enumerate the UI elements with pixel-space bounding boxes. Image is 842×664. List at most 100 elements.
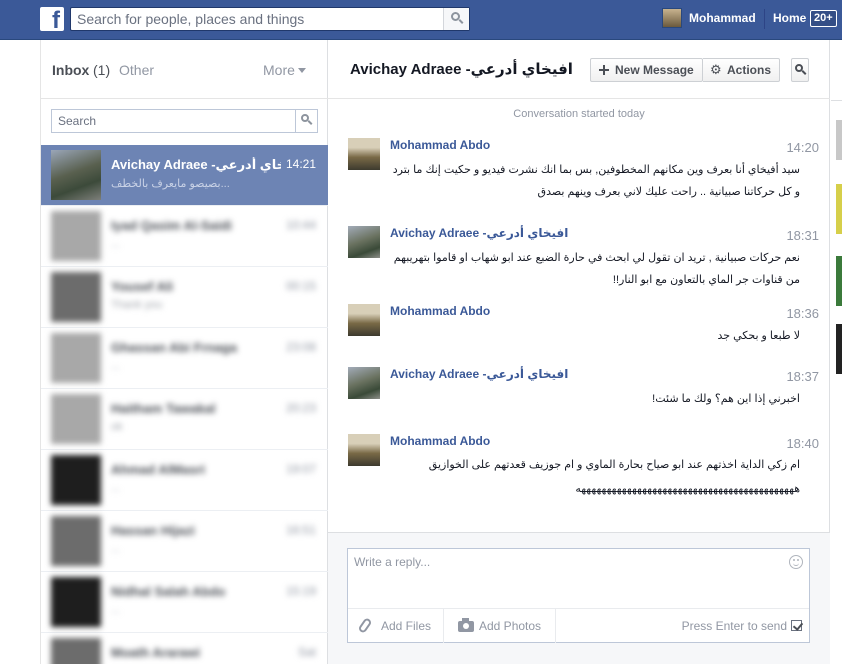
thread-name: Nidhal Salah Abdo — [111, 584, 226, 599]
inbox-sidebar: Inbox (1) Other More Avichay Adraee -افي… — [40, 40, 328, 664]
search-icon — [451, 12, 460, 21]
add-files-button[interactable]: Add Files — [348, 609, 444, 643]
thread-item[interactable]: Ahmad AlMasri ... 19:07 — [41, 450, 328, 511]
profile-name-link[interactable]: Mohammad — [689, 11, 756, 25]
message-text: نعم حركات صبيانية , تريد ان تقول لي ابحث… — [393, 252, 800, 286]
message-sender[interactable]: Mohammad Abdo — [390, 304, 490, 318]
thread-name: Hassan Hijazi — [111, 523, 195, 538]
thread-item[interactable]: Yousef Ali Thank you 00:15 — [41, 267, 328, 328]
topbar-divider — [764, 9, 765, 29]
thread-name: Ahmad AlMasri — [111, 462, 206, 477]
reply-toolbar: Add Files Add Photos Press Enter to send — [348, 608, 809, 643]
message-text: ام زكي الداية اخذتهم عند ابو صياح بحارة … — [428, 459, 800, 495]
more-dropdown[interactable]: More — [263, 62, 295, 78]
paperclip-icon — [357, 617, 373, 634]
message: Avichay Adraee -افيخاي أدرعي اخبرني إذا … — [328, 367, 830, 417]
message-sender[interactable]: Avichay Adraee -افيخاي أدرعي — [390, 226, 568, 240]
thread-name: Iyad Qasim Al-Saidi — [111, 218, 232, 233]
thread-item[interactable]: Nidhal Salah Abdo ... 15:19 — [41, 572, 328, 633]
thread-time: 10:44 — [285, 218, 316, 232]
thread-search — [51, 109, 318, 133]
tab-inbox[interactable]: Inbox — [52, 62, 89, 78]
home-link[interactable]: Home — [773, 11, 806, 25]
right-thumbnail[interactable] — [836, 324, 842, 374]
message-time: 18:37 — [786, 369, 819, 384]
thread-list: Avichay Adraee -افيخاي أدرعي بصيصو مايعر… — [41, 145, 328, 664]
avatar — [51, 455, 101, 505]
press-enter-checkbox[interactable] — [791, 620, 802, 631]
right-thumbnail[interactable] — [836, 184, 842, 234]
message-time: 14:20 — [786, 140, 819, 155]
message-text: اخبرني إذا اين هم؟ ولك ما شئت! — [652, 393, 800, 405]
avatar — [51, 272, 101, 322]
message-time: 18:40 — [786, 436, 819, 451]
thread-snippet: ... — [111, 360, 121, 372]
avatar[interactable] — [348, 226, 380, 258]
emoji-icon[interactable] — [789, 555, 803, 569]
tab-other[interactable]: Other — [119, 62, 154, 78]
thread-name: Avichay Adraee -افيخاي أدرعي — [111, 157, 281, 172]
inbox-unread-count: (1) — [93, 62, 111, 78]
add-photos-label: Add Photos — [479, 619, 542, 633]
actions-button[interactable]: ⚙ Actions — [703, 58, 780, 82]
home-notification-count[interactable]: 20+ — [810, 10, 837, 27]
avatar[interactable] — [348, 434, 380, 466]
avatar — [51, 394, 101, 444]
avatar — [51, 638, 101, 664]
message: Mohammad Abdo سيد أفيخاي أنا بعرف وين مك… — [328, 138, 830, 208]
thread-snippet: Thank you — [111, 299, 163, 311]
top-bar: f Mohammad Home 20+ — [0, 0, 842, 40]
thread-item[interactable]: Iyad Qasim Al-Saidi ... 10:44 — [41, 206, 328, 267]
right-thumbnail[interactable] — [836, 256, 842, 306]
message: Avichay Adraee -افيخاي أدرعي نعم حركات ص… — [328, 226, 830, 296]
conversation-pane: Avichay Adraee -افيخاي أدرعي New Message… — [328, 40, 830, 664]
thread-snippet: ... — [111, 482, 121, 494]
message-sender[interactable]: Mohammad Abdo — [390, 434, 490, 448]
thread-name: Haitham Tawakal — [111, 401, 216, 416]
avatar — [51, 211, 101, 261]
conversation-search-button[interactable] — [791, 58, 809, 82]
avatar[interactable] — [348, 304, 380, 336]
thread-snippet: ... — [111, 238, 121, 250]
actions-label: Actions — [727, 63, 772, 77]
avatar[interactable] — [348, 138, 380, 170]
thread-snippet: ... — [111, 604, 121, 616]
gear-icon: ⚙ — [710, 62, 722, 77]
profile-avatar[interactable] — [662, 8, 682, 28]
right-thumbnail[interactable] — [836, 120, 842, 160]
reply-input[interactable] — [348, 549, 788, 607]
thread-item-active[interactable]: Avichay Adraee -افيخاي أدرعي بصيصو مايعر… — [41, 145, 328, 206]
thread-item[interactable]: Haitham Tawakal ok 20:23 — [41, 389, 328, 450]
chevron-down-icon[interactable] — [298, 68, 306, 73]
message: Mohammad Abdo لا طبعا و بحكي جد 18:36 — [328, 304, 830, 354]
search-icon — [301, 114, 309, 122]
thread-time: Sat — [297, 645, 316, 659]
global-search-button[interactable] — [443, 8, 469, 30]
message-time: 18:31 — [786, 228, 819, 243]
conversation-title[interactable]: Avichay Adraee -افيخاي أدرعي — [350, 60, 573, 78]
message-sender[interactable]: Mohammad Abdo — [390, 138, 490, 152]
thread-item[interactable]: Hassan Hijazi ... 16:51 — [41, 511, 328, 572]
thread-search-input[interactable] — [52, 110, 292, 132]
global-search — [70, 7, 470, 31]
message-sender[interactable]: Avichay Adraee -افيخاي أدرعي — [390, 367, 568, 381]
thread-name: Moath Ararawi — [111, 645, 201, 660]
global-search-input[interactable] — [71, 8, 445, 30]
avatar — [51, 577, 101, 627]
press-enter-label: Press Enter to send — [681, 619, 787, 633]
avatar — [51, 516, 101, 566]
avatar[interactable] — [348, 367, 380, 399]
thread-time: 20:23 — [285, 401, 316, 415]
thread-time: 15:19 — [285, 584, 316, 598]
inbox-header: Inbox (1) Other More — [41, 40, 328, 99]
new-message-button[interactable]: New Message — [590, 58, 703, 82]
message: Mohammad Abdo ام زكي الداية اخذتهم عند ا… — [328, 434, 830, 504]
new-message-label: New Message — [615, 63, 694, 77]
facebook-logo[interactable]: f — [40, 7, 64, 31]
thread-time: 00:15 — [285, 279, 316, 293]
camera-icon — [458, 618, 474, 632]
thread-item[interactable]: Ghassan Abi Frnaga ... 23:08 — [41, 328, 328, 389]
thread-item[interactable]: Moath Ararawi ... Sat — [41, 633, 328, 664]
thread-search-button[interactable] — [295, 110, 317, 132]
thread-time: 16:51 — [285, 523, 316, 537]
